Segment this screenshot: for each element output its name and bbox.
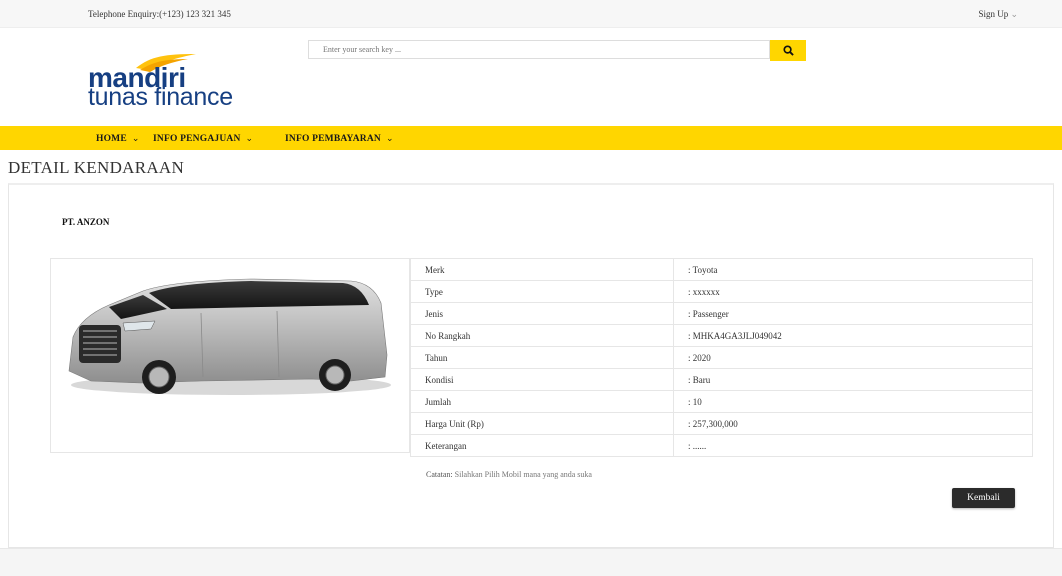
chevron-down-icon: ⌄: [131, 133, 140, 143]
search-bar: [308, 40, 806, 61]
spec-key: Merk: [410, 258, 674, 281]
spec-key: Jenis: [410, 302, 674, 325]
footer: [0, 548, 1062, 576]
main-nav: HOME ⌄ INFO PENGAJUAN ⌄ INFO PEMBAYARAN ⌄: [0, 126, 1062, 150]
phone-enquiry: Telephone Enquiry:(+123) 123 321 345: [88, 9, 231, 19]
table-row: No Rangkah: MHKA4GA3JLJ049042: [410, 324, 1033, 347]
nav-item-info-pengajuan[interactable]: INFO PENGAJUAN ⌄: [153, 133, 253, 144]
note-text: Silahkan Pilih Mobil mana yang anda suka: [454, 470, 592, 479]
spec-table: Merk: Toyota Type: xxxxxx Jenis: Passeng…: [410, 258, 1033, 457]
note-label: Catatan:: [426, 470, 453, 479]
spec-key: No Rangkah: [410, 324, 674, 347]
spec-value: : Baru: [673, 368, 1033, 391]
chevron-down-icon: ⌄: [386, 133, 394, 143]
note: Catatan: Silahkan Pilih Mobil mana yang …: [426, 470, 592, 479]
table-row: Harga Unit (Rp): 257,300,000: [410, 412, 1033, 435]
table-row: Type: xxxxxx: [410, 280, 1033, 303]
table-row: Kondisi: Baru: [410, 368, 1033, 391]
chevron-down-icon: ⌄: [245, 133, 254, 143]
car-image: [68, 278, 391, 395]
spec-value: : ......: [673, 434, 1033, 457]
search-button[interactable]: [770, 40, 806, 61]
vehicle-image: [50, 258, 410, 453]
nav-item-home[interactable]: HOME ⌄: [96, 133, 140, 144]
signup-link[interactable]: Sign Up ⌄: [978, 9, 1018, 20]
spec-value: : 10: [673, 390, 1033, 413]
search-icon: [782, 45, 794, 56]
spec-key: Keterangan: [410, 434, 674, 457]
table-row: Merk: Toyota: [410, 258, 1033, 281]
table-row: Jumlah: 10: [410, 390, 1033, 413]
spec-key: Harga Unit (Rp): [410, 412, 674, 435]
spec-key: Jumlah: [410, 390, 674, 413]
spec-value: : 257,300,000: [673, 412, 1033, 435]
chevron-down-icon: ⌄: [1010, 9, 1018, 19]
company-name: PT. ANZON: [62, 217, 110, 227]
spec-value: : 2020: [673, 346, 1033, 369]
logo[interactable]: mandiri tunas finance: [88, 52, 298, 112]
spec-value: : MHKA4GA3JLJ049042: [673, 324, 1033, 347]
spec-key: Type: [410, 280, 674, 303]
nav-item-info-pembayaran[interactable]: INFO PEMBAYARAN ⌄: [285, 133, 394, 144]
table-row: Keterangan: ......: [410, 434, 1033, 457]
search-input[interactable]: [308, 40, 770, 59]
spec-key: Tahun: [410, 346, 674, 369]
spec-key: Kondisi: [410, 368, 674, 391]
spec-value: : xxxxxx: [673, 280, 1033, 303]
page-title: DETAIL KENDARAAN: [8, 158, 185, 177]
logo-tunas-text: tunas finance: [88, 83, 233, 111]
back-button[interactable]: Kembali: [952, 488, 1015, 508]
top-bar: Telephone Enquiry:(+123) 123 321 345 Sig…: [0, 0, 1062, 28]
spec-value: : Toyota: [673, 258, 1033, 281]
spec-value: : Passenger: [673, 302, 1033, 325]
table-row: Tahun: 2020: [410, 346, 1033, 369]
table-row: Jenis: Passenger: [410, 302, 1033, 325]
